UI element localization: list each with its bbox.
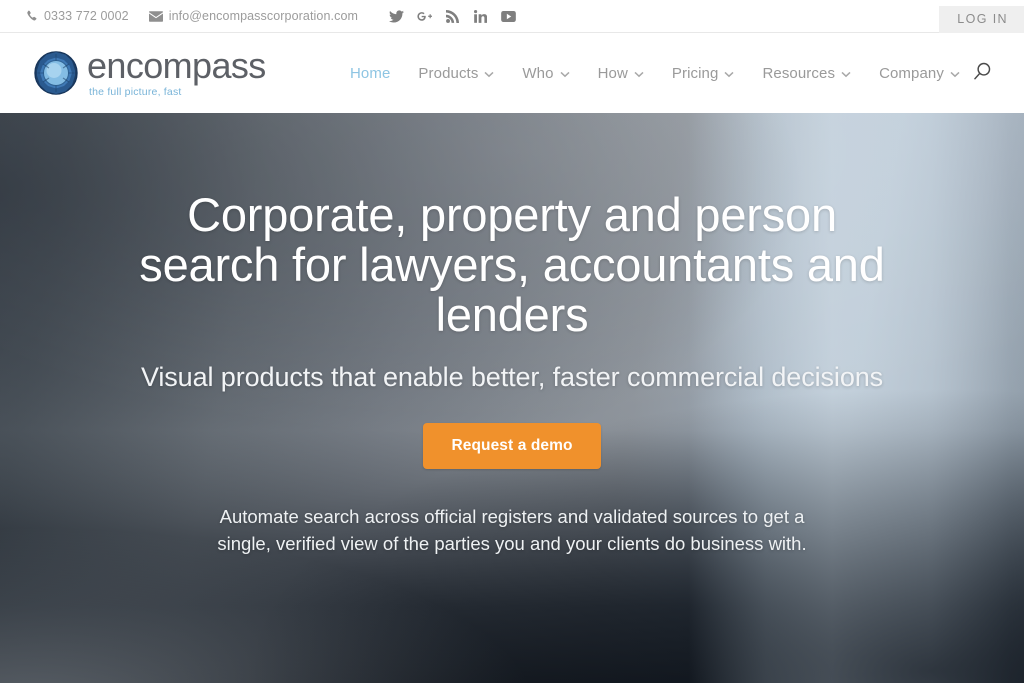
nav-item-resources[interactable]: Resources	[748, 65, 865, 82]
nav-item-how[interactable]: How	[584, 65, 658, 82]
nav-label: Resources	[762, 64, 836, 82]
nav-item-pricing[interactable]: Pricing	[658, 65, 749, 82]
twitter-icon[interactable]	[382, 4, 410, 28]
email-address: info@encompasscorporation.com	[168, 9, 359, 23]
youtube-icon[interactable]	[494, 4, 522, 28]
chevron-down-icon	[950, 65, 960, 82]
hero-headline: Corporate, property and person search fo…	[139, 188, 885, 341]
nav-label: How	[597, 64, 628, 82]
social-links	[382, 4, 522, 28]
hero-section: Corporate, property and person search fo…	[0, 113, 1024, 683]
phone-link[interactable]: 0333 772 0002	[26, 9, 129, 23]
search-button[interactable]	[962, 33, 1002, 113]
hero-description: Automate search across official register…	[217, 505, 807, 554]
email-link[interactable]: info@encompasscorporation.com	[148, 9, 359, 23]
chevron-down-icon	[484, 65, 494, 82]
hero-subheadline: Visual products that enable better, fast…	[140, 362, 884, 392]
gem-icon	[34, 51, 78, 95]
search-icon	[973, 62, 992, 84]
top-utility-bar: 0333 772 0002 info@encompasscorporation.…	[0, 0, 1024, 33]
google-plus-icon[interactable]	[410, 4, 438, 28]
rss-icon[interactable]	[438, 4, 466, 28]
request-demo-button[interactable]: Request a demo	[423, 423, 601, 469]
hero-content: Corporate, property and person search fo…	[0, 113, 1024, 557]
nav-item-company[interactable]: Company	[865, 65, 974, 82]
chevron-down-icon	[724, 65, 734, 82]
chevron-down-icon	[841, 65, 851, 82]
logo-wordmark: encompass	[87, 45, 266, 87]
nav-label: Pricing	[671, 64, 719, 82]
logo-tagline: the full picture, fast	[89, 86, 182, 99]
phone-number: 0333 772 0002	[44, 9, 129, 23]
nav-item-who[interactable]: Who	[508, 65, 583, 82]
chevron-down-icon	[634, 65, 644, 82]
chevron-down-icon	[560, 65, 570, 82]
nav-item-products[interactable]: Products	[404, 65, 508, 82]
envelope-icon	[148, 10, 163, 22]
logo-link[interactable]: encompass the full picture, fast	[34, 48, 266, 98]
nav-label: Products	[418, 64, 479, 82]
site-header: encompass the full picture, fast Home Pr…	[0, 33, 1024, 113]
nav-label: Who	[522, 64, 554, 82]
nav-label: Company	[879, 64, 944, 82]
primary-navigation: Home Products Who How Pricing Resources …	[336, 33, 974, 113]
linkedin-icon[interactable]	[466, 4, 494, 28]
login-button[interactable]: LOG IN	[939, 6, 1024, 33]
phone-icon	[26, 10, 38, 22]
nav-item-home[interactable]: Home	[336, 65, 404, 82]
nav-label: Home	[350, 64, 391, 82]
topbar-contact-group: 0333 772 0002 info@encompasscorporation.…	[0, 4, 522, 28]
hero-cta-wrapper: Request a demo	[0, 423, 1024, 469]
